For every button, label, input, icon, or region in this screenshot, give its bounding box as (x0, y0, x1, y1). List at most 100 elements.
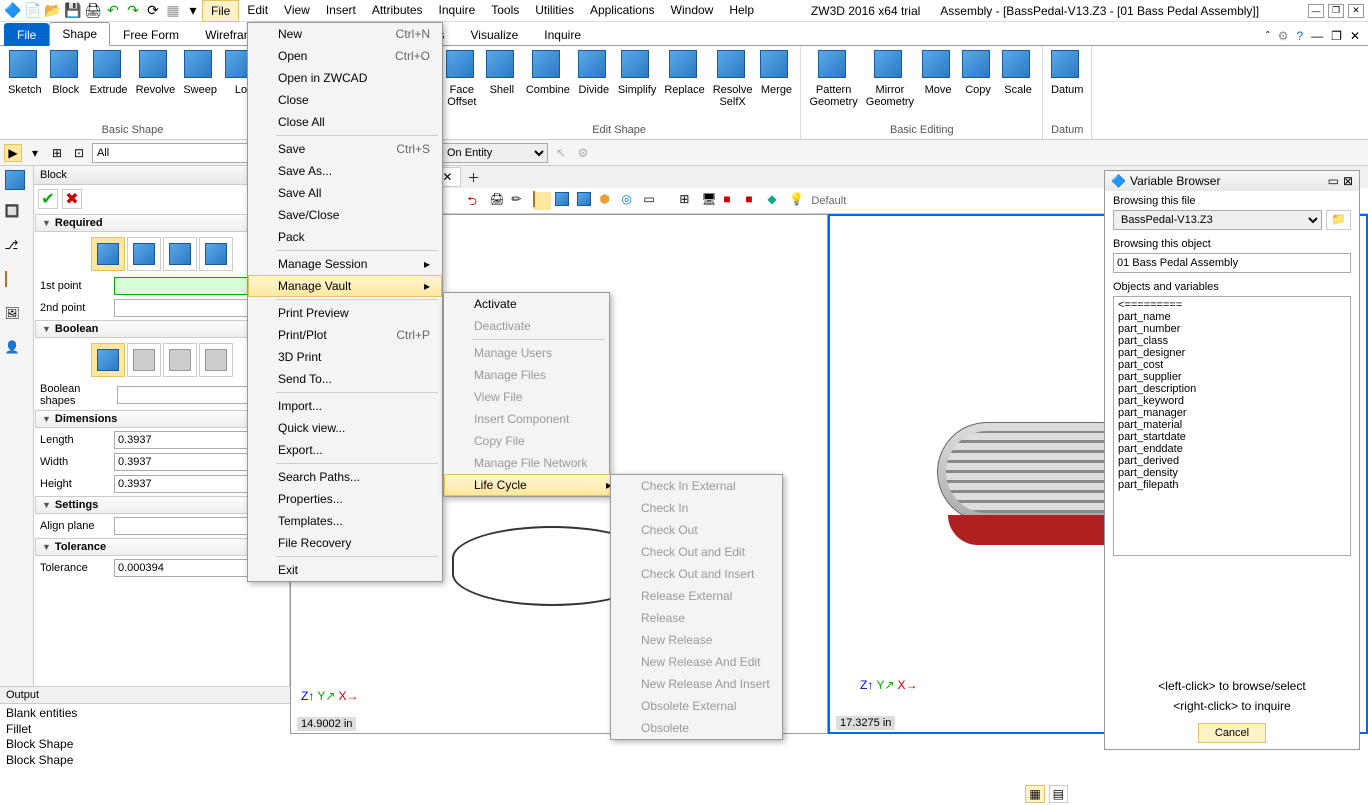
length-input[interactable] (114, 431, 265, 449)
pt2-input[interactable] (114, 299, 265, 317)
gear-icon[interactable]: ⚙ (574, 144, 592, 162)
menu-item-quick-view-[interactable]: Quick view... (248, 417, 442, 439)
ribbon-combine-button[interactable]: Combine (522, 48, 574, 123)
menu-attributes[interactable]: Attributes (364, 0, 431, 22)
pin-icon[interactable]: ▭ (1328, 174, 1339, 188)
open-icon[interactable]: 📂 (44, 2, 62, 20)
ribbon-scale-button[interactable]: Scale (998, 48, 1038, 123)
menu-item-3d-print[interactable]: 3D Print (248, 346, 442, 368)
layer-icon[interactable]: ◆ (767, 192, 785, 210)
object-input[interactable] (1113, 253, 1351, 273)
menu-window[interactable]: Window (663, 0, 722, 22)
hierarchy-icon[interactable]: ⎇ (5, 238, 29, 262)
close-tab-icon[interactable]: ✕ (442, 170, 452, 184)
tool-icon[interactable]: ⊡ (70, 144, 88, 162)
default-label[interactable]: Default (811, 195, 846, 207)
grid-icon[interactable]: ▦ (164, 2, 182, 20)
cancel-button[interactable]: Cancel (1198, 723, 1266, 743)
filter-icon[interactable]: ▶ (4, 144, 22, 162)
ribbon-divide-button[interactable]: Divide (574, 48, 614, 123)
menu-item-save-all[interactable]: Save All (248, 182, 442, 204)
restore-icon[interactable]: ❐ (1328, 4, 1344, 18)
menu-insert[interactable]: Insert (318, 0, 364, 22)
folder-icon[interactable]: 📁 (1326, 210, 1351, 230)
shape-option-2[interactable] (127, 237, 161, 271)
boolean-option-2[interactable] (127, 343, 161, 377)
ribbon-copy-button[interactable]: Copy (958, 48, 998, 123)
variable-item[interactable]: part_derived (1116, 455, 1348, 467)
menu-utilities[interactable]: Utilities (527, 0, 582, 22)
view-icon[interactable]: ▤ (1049, 785, 1068, 803)
menu-edit[interactable]: Edit (239, 0, 276, 22)
variable-item[interactable]: part_number (1116, 323, 1348, 335)
menu-item-templates-[interactable]: Templates... (248, 510, 442, 532)
ribbon-tab-file[interactable]: File (4, 23, 49, 46)
layer-icon[interactable] (5, 272, 29, 296)
menu-item-manage-vault[interactable]: Manage Vault (248, 275, 442, 297)
variable-item[interactable]: part_name (1116, 311, 1348, 323)
variable-item[interactable]: part_startdate (1116, 431, 1348, 443)
variable-item[interactable]: part_designer (1116, 347, 1348, 359)
image-icon[interactable]: 🖼 (5, 306, 29, 330)
child-minimize-icon[interactable]: — (1311, 29, 1323, 43)
menu-item-print-preview[interactable]: Print Preview (248, 302, 442, 324)
variable-item[interactable]: part_cost (1116, 359, 1348, 371)
confirm-icon[interactable]: ✔ (38, 189, 58, 209)
close-icon[interactable]: ✕ (1348, 4, 1364, 18)
ribbon-sketch-button[interactable]: Sketch (4, 48, 46, 123)
save-icon[interactable]: 💾 (64, 2, 82, 20)
back-icon[interactable]: ⮌ (467, 192, 485, 210)
boolean-option-1[interactable] (91, 343, 125, 377)
menu-item-life-cycle[interactable]: Life Cycle (444, 474, 624, 496)
menu-item-properties-[interactable]: Properties... (248, 488, 442, 510)
variable-item[interactable]: <========= (1116, 299, 1348, 311)
variable-item[interactable]: part_filepath (1116, 479, 1348, 491)
red-square-icon[interactable]: ■ (723, 192, 741, 210)
align-input[interactable] (114, 517, 265, 535)
ribbon-merge-button[interactable]: Merge (756, 48, 796, 123)
tool-icon[interactable]: ▾ (26, 144, 44, 162)
undo-icon[interactable]: ↶ (104, 2, 122, 20)
cancel-icon[interactable]: ✖ (62, 189, 82, 209)
menu-inquire[interactable]: Inquire (431, 0, 484, 22)
child-restore-icon[interactable]: ❐ (1331, 29, 1342, 43)
menu-item-save-close[interactable]: Save/Close (248, 204, 442, 226)
variable-item[interactable]: part_enddate (1116, 443, 1348, 455)
shape-option-1[interactable] (91, 237, 125, 271)
dropdown-icon[interactable]: ▾ (184, 2, 202, 20)
window-icon[interactable]: ▭ (643, 192, 661, 210)
variable-item[interactable]: part_material (1116, 419, 1348, 431)
red-square-icon[interactable]: ■ (745, 192, 763, 210)
variables-list[interactable]: <=========part_namepart_numberpart_class… (1113, 296, 1351, 556)
menu-help[interactable]: Help (721, 0, 762, 22)
variable-item[interactable]: part_description (1116, 383, 1348, 395)
ribbon-pattern-geometry-button[interactable]: Pattern Geometry (805, 48, 861, 123)
menu-item-new[interactable]: NewCtrl+N (248, 23, 442, 45)
menu-item-search-paths-[interactable]: Search Paths... (248, 466, 442, 488)
menu-item-exit[interactable]: Exit (248, 559, 442, 581)
shape-option-3[interactable] (163, 237, 197, 271)
ribbon-sweep-button[interactable]: Sweep (179, 48, 221, 123)
menu-item-import-[interactable]: Import... (248, 395, 442, 417)
ribbon-extrude-button[interactable]: Extrude (86, 48, 132, 123)
menu-applications[interactable]: Applications (582, 0, 663, 22)
ribbon-face-offset-button[interactable]: Face Offset (442, 48, 482, 123)
user-icon[interactable]: 👤 (5, 340, 29, 364)
redo-icon[interactable]: ↷ (124, 2, 142, 20)
menu-item-send-to-[interactable]: Send To... (248, 368, 442, 390)
ribbon-move-button[interactable]: Move (918, 48, 958, 123)
minimize-ribbon-icon[interactable]: ˆ (1266, 29, 1270, 43)
ribbon-tab-shape[interactable]: Shape (49, 22, 110, 46)
cube-icon[interactable] (577, 192, 595, 210)
cube-icon[interactable] (533, 192, 551, 210)
ribbon-mirror-geometry-button[interactable]: Mirror Geometry (862, 48, 918, 123)
print-icon[interactable]: 🖨 (84, 2, 102, 20)
menu-item-save-as-[interactable]: Save As... (248, 160, 442, 182)
pt1-input[interactable] (114, 277, 265, 295)
cube-icon[interactable] (555, 192, 573, 210)
menu-tools[interactable]: Tools (483, 0, 527, 22)
variable-item[interactable]: part_keyword (1116, 395, 1348, 407)
menu-view[interactable]: View (276, 0, 318, 22)
menu-file[interactable]: File (202, 0, 239, 22)
ribbon-replace-button[interactable]: Replace (660, 48, 708, 123)
